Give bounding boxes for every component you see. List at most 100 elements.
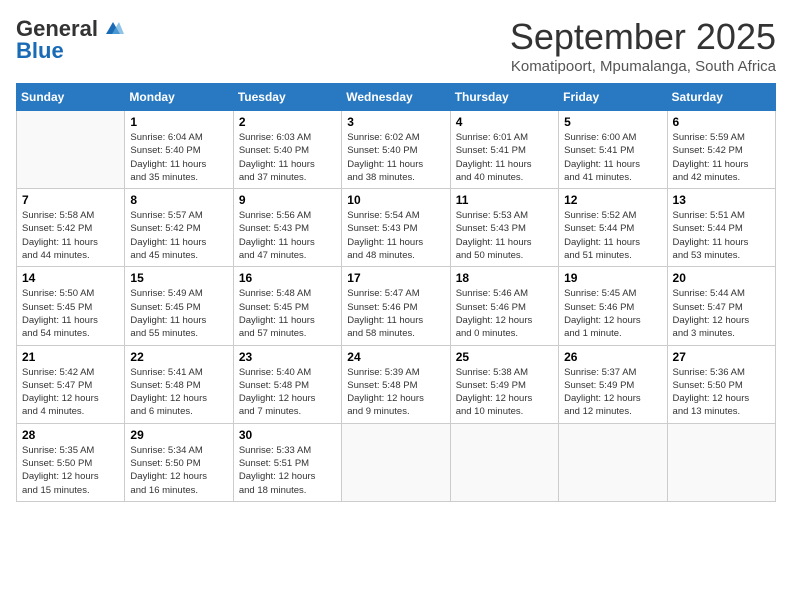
calendar-cell: 2 Sunrise: 6:03 AM Sunset: 5:40 PM Daylig… <box>233 111 341 189</box>
calendar-cell <box>342 423 450 501</box>
logo-icon <box>102 20 124 38</box>
day-info: Sunrise: 5:45 AM Sunset: 5:46 PM Dayligh… <box>564 287 661 340</box>
day-number: 3 <box>347 115 444 129</box>
day-number: 29 <box>130 428 227 442</box>
calendar-cell: 28Sunrise: 5:35 AM Sunset: 5:50 PM Dayli… <box>17 423 125 501</box>
day-info: Sunrise: 5:35 AM Sunset: 5:50 PM Dayligh… <box>22 444 119 497</box>
day-info: Sunrise: 5:40 AM Sunset: 5:48 PM Dayligh… <box>239 366 336 419</box>
calendar-cell: 11 Sunrise: 5:53 AM Sunset: 5:43 PM Dayli… <box>450 189 558 267</box>
calendar-cell: 17 Sunrise: 5:47 AM Sunset: 5:46 PM Dayli… <box>342 267 450 345</box>
day-number: 27 <box>673 350 770 364</box>
calendar-cell: 4 Sunrise: 6:01 AM Sunset: 5:41 PM Daylig… <box>450 111 558 189</box>
calendar-cell: 21 Sunrise: 5:42 AM Sunset: 5:47 PM Dayli… <box>17 345 125 423</box>
location-subtitle: Komatipoort, Mpumalanga, South Africa <box>510 58 776 75</box>
day-number: 19 <box>564 271 661 285</box>
column-header-saturday: Saturday <box>667 84 775 111</box>
calendar-cell <box>559 423 667 501</box>
logo-blue: Blue <box>16 38 64 64</box>
calendar-cell: 16Sunrise: 5:48 AM Sunset: 5:45 PM Dayli… <box>233 267 341 345</box>
day-info: Sunrise: 5:34 AM Sunset: 5:50 PM Dayligh… <box>130 444 227 497</box>
day-number: 5 <box>564 115 661 129</box>
calendar-cell: 3Sunrise: 6:02 AM Sunset: 5:40 PM Daylig… <box>342 111 450 189</box>
month-title: September 2025 <box>510 16 776 58</box>
calendar-cell: 15Sunrise: 5:49 AM Sunset: 5:45 PM Dayli… <box>125 267 233 345</box>
calendar-cell: 6 Sunrise: 5:59 AM Sunset: 5:42 PM Daylig… <box>667 111 775 189</box>
calendar-cell: 9 Sunrise: 5:56 AM Sunset: 5:43 PM Daylig… <box>233 189 341 267</box>
day-number: 23 <box>239 350 336 364</box>
day-info: Sunrise: 5:44 AM Sunset: 5:47 PM Dayligh… <box>673 287 770 340</box>
day-number: 22 <box>130 350 227 364</box>
day-number: 9 <box>239 193 336 207</box>
day-number: 30 <box>239 428 336 442</box>
column-header-monday: Monday <box>125 84 233 111</box>
day-number: 6 <box>673 115 770 129</box>
calendar-cell: 1Sunrise: 6:04 AM Sunset: 5:40 PM Daylig… <box>125 111 233 189</box>
day-info: Sunrise: 5:58 AM Sunset: 5:42 PM Dayligh… <box>22 209 119 262</box>
calendar-cell: 7Sunrise: 5:58 AM Sunset: 5:42 PM Daylig… <box>17 189 125 267</box>
calendar-week-3: 14Sunrise: 5:50 AM Sunset: 5:45 PM Dayli… <box>17 267 776 345</box>
day-number: 25 <box>456 350 553 364</box>
calendar-week-1: 1Sunrise: 6:04 AM Sunset: 5:40 PM Daylig… <box>17 111 776 189</box>
day-number: 14 <box>22 271 119 285</box>
calendar-cell: 25 Sunrise: 5:38 AM Sunset: 5:49 PM Dayli… <box>450 345 558 423</box>
calendar-week-2: 7Sunrise: 5:58 AM Sunset: 5:42 PM Daylig… <box>17 189 776 267</box>
calendar-cell: 26 Sunrise: 5:37 AM Sunset: 5:49 PM Dayli… <box>559 345 667 423</box>
day-number: 24 <box>347 350 444 364</box>
calendar-header-row: SundayMondayTuesdayWednesdayThursdayFrid… <box>17 84 776 111</box>
day-info: Sunrise: 5:46 AM Sunset: 5:46 PM Dayligh… <box>456 287 553 340</box>
day-info: Sunrise: 5:48 AM Sunset: 5:45 PM Dayligh… <box>239 287 336 340</box>
day-info: Sunrise: 5:39 AM Sunset: 5:48 PM Dayligh… <box>347 366 444 419</box>
logo: General Blue <box>16 16 124 64</box>
day-number: 11 <box>456 193 553 207</box>
calendar-cell: 29 Sunrise: 5:34 AM Sunset: 5:50 PM Dayli… <box>125 423 233 501</box>
day-info: Sunrise: 5:38 AM Sunset: 5:49 PM Dayligh… <box>456 366 553 419</box>
day-info: Sunrise: 5:57 AM Sunset: 5:42 PM Dayligh… <box>130 209 227 262</box>
day-info: Sunrise: 5:56 AM Sunset: 5:43 PM Dayligh… <box>239 209 336 262</box>
calendar-cell: 24 Sunrise: 5:39 AM Sunset: 5:48 PM Dayli… <box>342 345 450 423</box>
calendar-cell: 22 Sunrise: 5:41 AM Sunset: 5:48 PM Dayli… <box>125 345 233 423</box>
day-info: Sunrise: 5:37 AM Sunset: 5:49 PM Dayligh… <box>564 366 661 419</box>
column-header-sunday: Sunday <box>17 84 125 111</box>
day-number: 12 <box>564 193 661 207</box>
day-number: 26 <box>564 350 661 364</box>
calendar-cell: 10 Sunrise: 5:54 AM Sunset: 5:43 PM Dayli… <box>342 189 450 267</box>
day-number: 21 <box>22 350 119 364</box>
calendar-cell: 19 Sunrise: 5:45 AM Sunset: 5:46 PM Dayli… <box>559 267 667 345</box>
day-info: Sunrise: 5:54 AM Sunset: 5:43 PM Dayligh… <box>347 209 444 262</box>
column-header-friday: Friday <box>559 84 667 111</box>
calendar-cell <box>667 423 775 501</box>
calendar-cell: 30 Sunrise: 5:33 AM Sunset: 5:51 PM Dayli… <box>233 423 341 501</box>
calendar-cell: 18 Sunrise: 5:46 AM Sunset: 5:46 PM Dayli… <box>450 267 558 345</box>
day-info: Sunrise: 5:42 AM Sunset: 5:47 PM Dayligh… <box>22 366 119 419</box>
day-info: Sunrise: 6:03 AM Sunset: 5:40 PM Dayligh… <box>239 131 336 184</box>
day-info: Sunrise: 5:47 AM Sunset: 5:46 PM Dayligh… <box>347 287 444 340</box>
calendar-week-5: 28Sunrise: 5:35 AM Sunset: 5:50 PM Dayli… <box>17 423 776 501</box>
calendar-cell <box>450 423 558 501</box>
day-number: 15 <box>130 271 227 285</box>
day-info: Sunrise: 5:33 AM Sunset: 5:51 PM Dayligh… <box>239 444 336 497</box>
day-info: Sunrise: 5:41 AM Sunset: 5:48 PM Dayligh… <box>130 366 227 419</box>
day-number: 10 <box>347 193 444 207</box>
day-info: Sunrise: 5:53 AM Sunset: 5:43 PM Dayligh… <box>456 209 553 262</box>
page-header: General Blue September 2025 Komatipoort,… <box>16 16 776 75</box>
day-number: 8 <box>130 193 227 207</box>
day-info: Sunrise: 5:36 AM Sunset: 5:50 PM Dayligh… <box>673 366 770 419</box>
day-number: 2 <box>239 115 336 129</box>
calendar-cell: 12 Sunrise: 5:52 AM Sunset: 5:44 PM Dayli… <box>559 189 667 267</box>
calendar-table: SundayMondayTuesdayWednesdayThursdayFrid… <box>16 83 776 502</box>
day-number: 18 <box>456 271 553 285</box>
calendar-cell: 20Sunrise: 5:44 AM Sunset: 5:47 PM Dayli… <box>667 267 775 345</box>
day-number: 4 <box>456 115 553 129</box>
day-number: 17 <box>347 271 444 285</box>
calendar-cell: 27 Sunrise: 5:36 AM Sunset: 5:50 PM Dayli… <box>667 345 775 423</box>
calendar-cell: 14Sunrise: 5:50 AM Sunset: 5:45 PM Dayli… <box>17 267 125 345</box>
day-info: Sunrise: 6:00 AM Sunset: 5:41 PM Dayligh… <box>564 131 661 184</box>
day-info: Sunrise: 5:51 AM Sunset: 5:44 PM Dayligh… <box>673 209 770 262</box>
day-info: Sunrise: 5:52 AM Sunset: 5:44 PM Dayligh… <box>564 209 661 262</box>
title-block: September 2025 Komatipoort, Mpumalanga, … <box>510 16 776 75</box>
calendar-cell: 5 Sunrise: 6:00 AM Sunset: 5:41 PM Daylig… <box>559 111 667 189</box>
calendar-week-4: 21 Sunrise: 5:42 AM Sunset: 5:47 PM Dayli… <box>17 345 776 423</box>
day-number: 1 <box>130 115 227 129</box>
day-info: Sunrise: 5:59 AM Sunset: 5:42 PM Dayligh… <box>673 131 770 184</box>
day-info: Sunrise: 6:01 AM Sunset: 5:41 PM Dayligh… <box>456 131 553 184</box>
